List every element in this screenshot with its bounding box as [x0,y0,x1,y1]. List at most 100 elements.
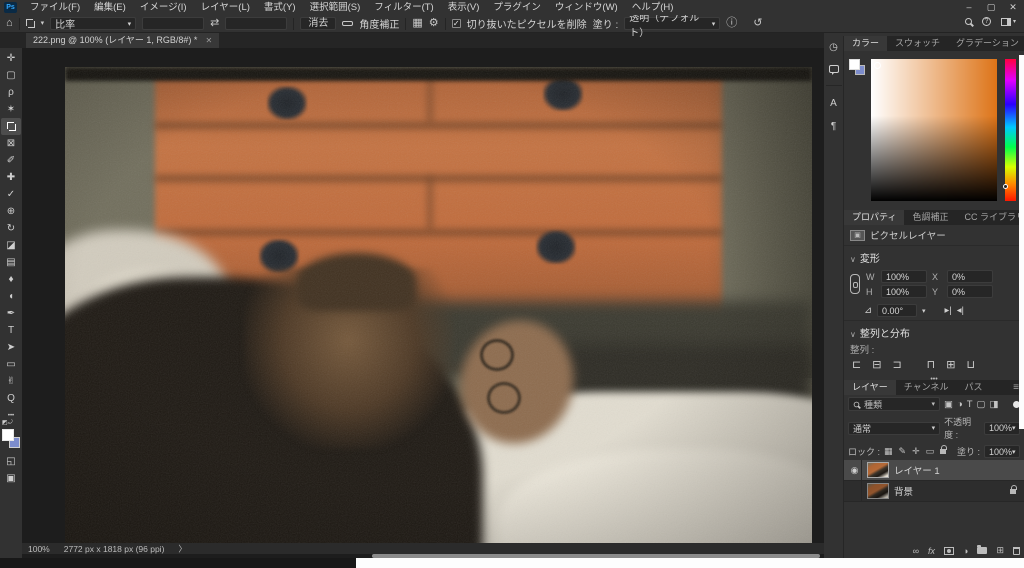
y-input[interactable]: 0% [947,285,993,298]
straighten-icon[interactable] [342,21,354,26]
lock-position-icon[interactable]: ✛ [912,446,920,457]
tab-cc-libraries[interactable]: CC ライブラリ [956,210,1024,225]
character-panel-icon[interactable]: A [830,98,837,109]
workspace-switcher-icon[interactable] [1000,17,1011,26]
transform-section-header[interactable]: ∨ 変形 [844,245,1024,267]
tool-brush[interactable]: ✓ [1,186,21,203]
color-swatches[interactable]: ◩⤾ [1,420,21,453]
menu-help[interactable]: ヘルプ(H) [625,0,681,15]
menu-type[interactable]: 書式(Y) [257,0,303,15]
menu-edit[interactable]: 編集(E) [87,0,133,15]
align-top-icon[interactable]: ⊓ [927,358,936,371]
delete-layer-icon[interactable] [1013,546,1020,555]
tool-blur[interactable]: ♦ [1,271,21,288]
tool-eyedropper[interactable]: ✐ [1,152,21,169]
tool-marquee[interactable]: ▢ [1,67,21,84]
tool-path-selection[interactable]: ➤ [1,339,21,356]
tool-lasso[interactable]: ρ [1,84,21,101]
info-icon[interactable]: ⓘ [726,17,737,30]
maximize-button[interactable]: ▢ [980,0,1002,15]
canvas-pasteboard[interactable] [22,48,824,543]
align-left-icon[interactable]: ⊏ [852,358,861,371]
visibility-eye-icon[interactable]: ◉ [848,459,862,481]
status-chevron-icon[interactable]: 〉 [178,543,187,555]
blend-mode-dropdown[interactable]: 通常 ▾ [848,421,941,435]
tab-color[interactable]: カラー [844,36,888,51]
tool-eraser[interactable]: ◪ [1,237,21,254]
filter-type-layers-icon[interactable]: T [967,399,973,410]
tool-hand[interactable]: ✌ [1,373,21,390]
tool-move[interactable]: ✛ [1,50,21,67]
hue-slider-marker[interactable] [1003,183,1008,189]
align-bottom-icon[interactable]: ⊔ [966,358,975,371]
default-colors-icon[interactable]: ◩⤾ [2,419,13,427]
new-group-icon[interactable] [977,545,988,554]
tool-type[interactable]: T [1,322,21,339]
screen-mode-icon[interactable]: ▣ [1,470,21,487]
angle-input[interactable]: 0.00° [876,304,917,317]
layer-thumbnail[interactable] [867,462,889,478]
search-icon[interactable] [964,18,972,25]
tab-gradients[interactable]: グラデーション [948,36,1024,51]
tool-pen[interactable]: ✒ [1,305,21,322]
layer-row-layer1[interactable]: ◉ レイヤー 1 [844,459,1024,481]
tab-properties[interactable]: プロパティ [844,210,905,225]
layer-name[interactable]: 背景 [894,484,913,498]
reset-icon[interactable]: ↺ [753,17,762,30]
tool-quick-selection[interactable]: ✶ [1,101,21,118]
foreground-color-swatch[interactable] [2,429,14,441]
tab-layers[interactable]: レイヤー [844,380,896,395]
crop-tool-icon[interactable] [25,19,35,28]
menu-view[interactable]: 表示(V) [441,0,487,15]
crop-height-input[interactable] [225,17,288,30]
crop-ratio-dropdown[interactable]: 比率 ▾ [50,17,137,31]
align-section-header[interactable]: ∨ 整列と分布 [844,320,1024,342]
menu-file[interactable]: ファイル(F) [23,0,87,15]
tab-close-icon[interactable]: ✕ [205,33,212,48]
tab-adjustments[interactable]: 色調補正 [904,210,956,225]
visibility-eye-icon[interactable] [848,480,862,502]
comments-panel-icon[interactable] [828,65,839,75]
straighten-button[interactable]: 角度補正 [359,16,399,31]
history-panel-icon[interactable]: ◷ [829,42,838,53]
tool-gradient[interactable]: ▤ [1,254,21,271]
lock-paint-icon[interactable]: ✎ [899,446,907,457]
photoshop-logo-icon[interactable]: Ps [4,2,17,13]
zoom-level[interactable]: 100% [28,544,50,554]
layer-style-fx-icon[interactable]: fx [928,546,935,556]
tool-clone-stamp[interactable]: ⊕ [1,203,21,220]
x-input[interactable]: 0% [947,270,993,283]
tab-paths[interactable]: パス [956,380,990,395]
fill-dropdown[interactable]: 100% ▾ [984,445,1020,458]
add-layer-mask-icon[interactable] [944,546,955,555]
menu-select[interactable]: 選択範囲(S) [303,0,368,15]
menu-layer[interactable]: レイヤー(L) [194,0,257,15]
filter-smart-objects-icon[interactable]: ◨ [990,399,999,410]
clear-button[interactable]: 消去 [300,17,337,30]
delete-cropped-pixels-checkbox[interactable]: ✓ [451,19,461,28]
lock-transparency-icon[interactable]: ▦ [884,446,893,457]
align-v-center-icon[interactable]: ⊞ [946,358,955,371]
tool-crop[interactable] [1,118,21,135]
tool-zoom[interactable]: Q [1,390,21,407]
width-input[interactable]: 100% [881,270,927,283]
foreground-color-swatch[interactable] [849,59,860,70]
tool-healing-brush[interactable]: ✚ [1,169,21,186]
fill-mode-dropdown[interactable]: 透明（デフォルト） ▾ [624,13,721,39]
layer-filter-dropdown[interactable]: 種類 ▾ [848,397,940,411]
layer-row-background[interactable]: 背景 [844,480,1024,502]
color-field-marker[interactable] [874,62,881,69]
minimize-button[interactable]: – [958,0,980,15]
help-icon[interactable]: ? [981,17,991,26]
align-right-icon[interactable]: ⊐ [892,358,901,371]
flip-horizontal-icon[interactable]: ▸| [944,305,951,316]
canvas-image[interactable] [65,67,812,543]
document-tab[interactable]: 222.png @ 100% (レイヤー 1, RGB/8#) * ✕ [26,33,220,48]
tab-channels[interactable]: チャンネル [896,380,957,395]
close-button[interactable]: ✕ [1002,0,1024,15]
link-dimensions-icon[interactable] [850,274,860,294]
layer-thumbnail[interactable] [867,483,889,499]
height-input[interactable]: 100% [881,285,927,298]
adjustment-layer-icon[interactable]: ◑ [963,546,968,556]
filter-shape-layers-icon[interactable]: ▢ [977,399,986,410]
